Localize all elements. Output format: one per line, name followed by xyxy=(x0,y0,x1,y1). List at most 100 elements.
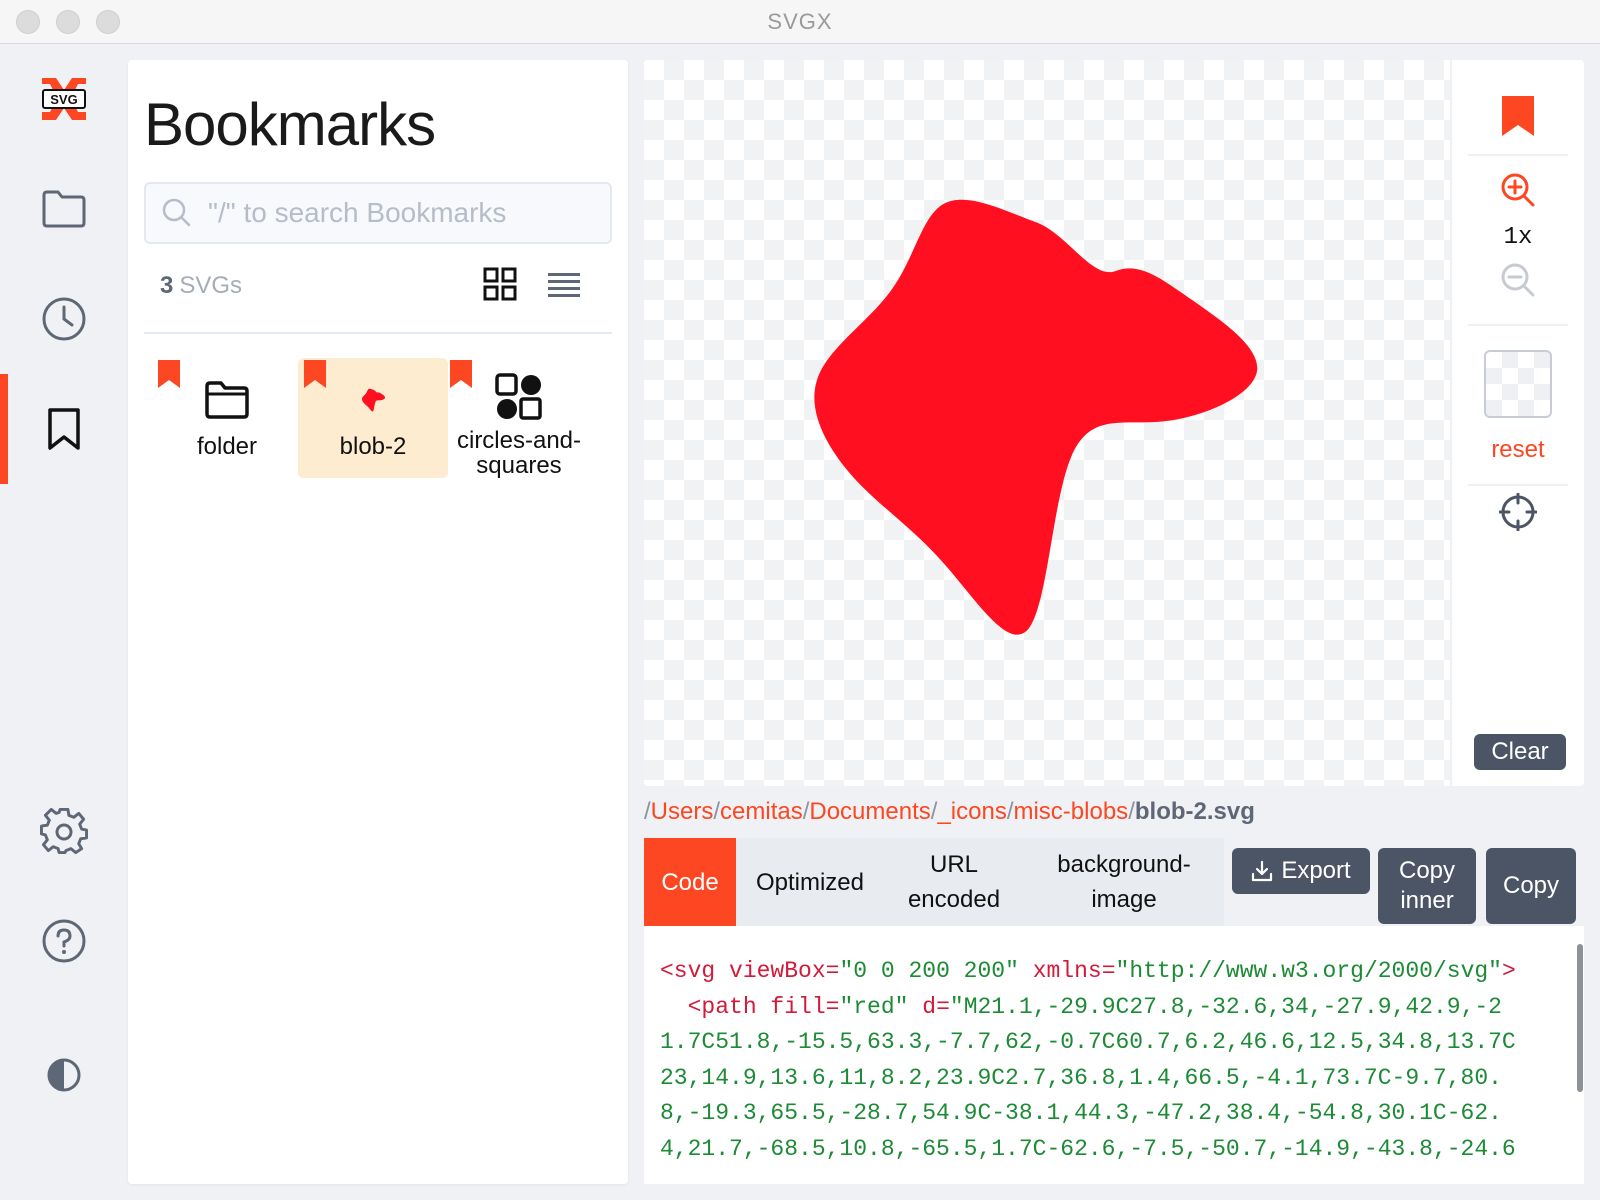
center-button[interactable] xyxy=(1452,492,1584,532)
logo-text: SVG xyxy=(50,92,77,107)
contrast-icon xyxy=(47,1058,81,1092)
bookmark-toggle-button[interactable] xyxy=(1452,88,1584,144)
bookmarks-panel: Bookmarks 3SVGs xyxy=(128,60,628,1184)
blob-thumbnail xyxy=(355,372,391,428)
circles-and-squares-icon xyxy=(495,373,542,420)
search-box[interactable] xyxy=(144,182,612,244)
copy-button[interactable]: Copy xyxy=(1486,848,1576,924)
clock-icon xyxy=(42,297,86,341)
bookmark-flag-icon xyxy=(158,360,180,388)
copy-inner-button[interactable]: Copy inner xyxy=(1378,848,1476,924)
tab-background-image[interactable]: background-image xyxy=(1024,838,1224,926)
code-token: xmlns= xyxy=(1018,958,1116,984)
tab-code[interactable]: Code xyxy=(644,838,736,926)
grid-view-icon xyxy=(483,267,517,301)
search-input[interactable] xyxy=(208,197,588,229)
rail-item-theme[interactable] xyxy=(0,1020,128,1130)
folder-thumbnail xyxy=(204,372,250,428)
divider xyxy=(1468,324,1568,326)
code-token: <path xyxy=(660,993,757,1020)
blob-2-preview xyxy=(814,199,1258,635)
code-viewer[interactable]: <svg viewBox="0 0 200 200" xmlns="http:/… xyxy=(644,926,1584,1184)
grid-view-button[interactable] xyxy=(482,266,518,302)
code-line: 8,-19.3,65.5,-28.7,54.9C-38.1,44.3,-47.2… xyxy=(660,1100,1502,1126)
code-content: <svg viewBox="0 0 200 200" xmlns="http:/… xyxy=(660,954,1584,1167)
clear-button[interactable]: Clear xyxy=(1474,734,1566,770)
bookmark-card-circles-and-squares[interactable]: circles-and-squares xyxy=(444,358,594,478)
bookmark-flag-icon xyxy=(450,360,472,388)
preview-canvas[interactable] xyxy=(644,60,1450,786)
bookmark-icon xyxy=(48,408,80,450)
divider xyxy=(1468,484,1568,486)
zoom-out-icon xyxy=(1501,263,1535,297)
path-separator: / xyxy=(644,798,651,825)
code-scrollbar[interactable] xyxy=(1577,944,1583,1092)
code-token: <svg xyxy=(660,958,716,984)
code-line: 4,21.7,-68.5,10.8,-65.5,1.7C-62.6,-7.5,-… xyxy=(660,1135,1516,1162)
svg-count-label: SVGs xyxy=(179,272,243,299)
reset-button[interactable]: reset xyxy=(1452,436,1584,464)
file-path-breadcrumb: /Users/cemitas/Documents/_icons/misc-blo… xyxy=(644,798,1255,826)
list-view-button[interactable] xyxy=(546,266,582,302)
svg-preview: 1x reset Clear xyxy=(644,60,1584,786)
breadcrumb-item[interactable]: _icons xyxy=(937,798,1006,825)
divider xyxy=(1468,154,1568,156)
bookmark-card-label: folder xyxy=(196,433,258,460)
zoom-out-button[interactable] xyxy=(1452,260,1584,300)
export-label: Export xyxy=(1281,857,1351,884)
download-icon xyxy=(1252,860,1273,882)
rail-item-help[interactable] xyxy=(0,886,128,996)
code-token: "M21.1,-29.9C27.8,-32.6,34,-27.9,42.9,-2 xyxy=(949,993,1502,1020)
code-token: "0 0 200 200" xyxy=(839,958,1019,984)
breadcrumb-item[interactable]: Users xyxy=(651,798,714,825)
bookmark-card-blob-2[interactable]: blob-2 xyxy=(298,358,448,478)
path-separator: / xyxy=(1128,798,1135,825)
tab-optimized[interactable]: Optimized xyxy=(736,838,884,926)
zoom-in-icon xyxy=(1501,173,1535,207)
divider xyxy=(144,332,612,334)
bookmark-icon xyxy=(1502,96,1534,136)
code-token: "red" xyxy=(839,993,909,1020)
rail-item-recent[interactable] xyxy=(0,264,128,374)
svgx-logo-icon: SVG xyxy=(42,78,86,120)
background-swatch[interactable] xyxy=(1484,350,1552,418)
blob-icon xyxy=(361,388,386,412)
export-button[interactable]: Export xyxy=(1232,848,1370,894)
bookmark-flag-icon xyxy=(304,360,326,388)
code-format-tabs: Code Optimized URL encoded background-im… xyxy=(644,838,1224,926)
preview-toolbar: 1x reset Clear xyxy=(1450,60,1584,786)
code-line: 1.7C51.8,-15.5,63.3,-7.7,62,-0.7C60.7,6.… xyxy=(660,1029,1516,1055)
code-token: "http://www.w3.org/2000/svg" xyxy=(1115,958,1502,984)
breadcrumb-item[interactable]: misc-blobs xyxy=(1013,798,1128,825)
breadcrumb-file: blob-2.svg xyxy=(1134,798,1255,825)
left-rail: SVG xyxy=(0,44,128,1200)
folder-icon xyxy=(42,190,86,228)
svgx-logo: SVG xyxy=(0,44,128,154)
rail-item-folders[interactable] xyxy=(0,154,128,264)
gear-icon xyxy=(40,807,88,855)
code-token: > xyxy=(1501,958,1516,984)
rail-item-bookmarks[interactable] xyxy=(0,374,128,484)
code-line: 23,14.9,13.6,11,8.2,23.9C2.7,36.8,1.4,66… xyxy=(660,1064,1502,1091)
path-separator: / xyxy=(713,798,721,825)
tab-url-encoded[interactable]: URL encoded xyxy=(884,838,1024,926)
rail-item-settings[interactable] xyxy=(0,776,128,886)
code-token: viewBox= xyxy=(715,958,840,984)
help-icon xyxy=(42,919,86,963)
code-token: d= xyxy=(908,993,950,1020)
bookmark-card-folder[interactable]: folder xyxy=(152,358,302,478)
svg-count-number: 3 xyxy=(160,272,174,299)
code-token: fill= xyxy=(756,993,840,1020)
svg-count: 3 SVGs xyxy=(160,272,242,300)
window-title: SVGX xyxy=(767,9,833,34)
title-bar: SVGX xyxy=(0,0,1600,44)
crosshair-icon xyxy=(1499,493,1537,531)
bookmark-card-label: blob-2 xyxy=(339,433,407,460)
bookmark-card-label: circles-and-squares xyxy=(456,427,582,479)
zoom-level: 1x xyxy=(1503,224,1533,251)
circles-and-squares-thumbnail xyxy=(495,372,543,422)
zoom-in-button[interactable] xyxy=(1452,170,1584,210)
breadcrumb-item[interactable]: cemitas xyxy=(720,798,803,825)
page-title: Bookmarks xyxy=(144,91,436,158)
breadcrumb-item[interactable]: Documents xyxy=(809,798,930,825)
